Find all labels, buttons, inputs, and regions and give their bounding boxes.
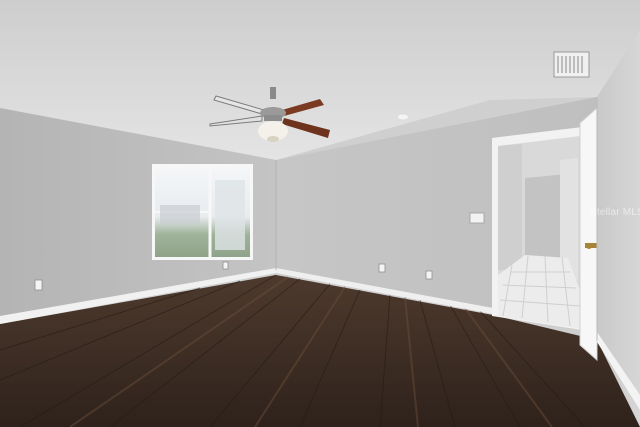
light-switch (469, 212, 485, 224)
open-door (579, 106, 598, 362)
room-illustration (0, 0, 640, 427)
outlet-window (222, 261, 229, 270)
ceiling-vent (553, 51, 590, 78)
doorway (492, 127, 582, 330)
room-photo: Stellar MLS (0, 0, 640, 427)
outlet-left (34, 279, 43, 291)
hallway-tile-floor (498, 255, 580, 328)
window (152, 164, 253, 260)
outlet-back-1 (378, 263, 386, 273)
outlet-back-2 (425, 270, 433, 280)
smoke-detector (398, 114, 408, 120)
